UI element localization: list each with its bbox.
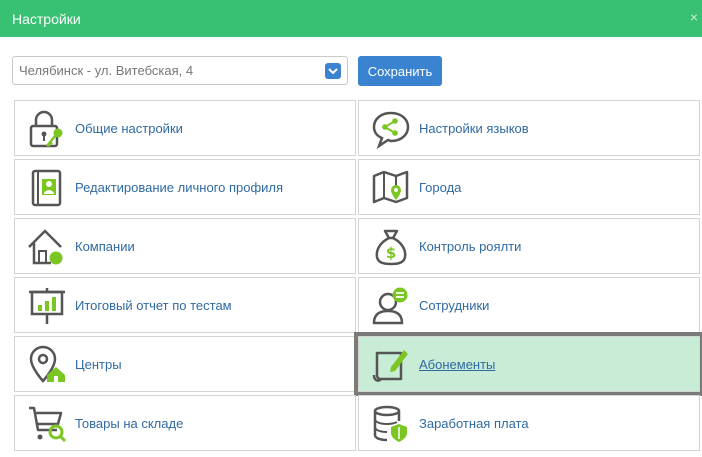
tile-label: Компании — [75, 239, 135, 254]
tile-label: Итоговый отчет по тестам — [75, 298, 232, 313]
tile-royalty-control[interactable]: $ Контроль роялти — [358, 218, 700, 274]
tile-language-settings[interactable]: Настройки языков — [358, 100, 700, 156]
tile-label: Города — [419, 180, 462, 195]
tile-companies[interactable]: Компании — [14, 218, 356, 274]
svg-text:$: $ — [386, 244, 396, 262]
tile-label: Абонементы — [419, 357, 496, 372]
database-shield-icon — [371, 404, 411, 444]
tile-label: Центры — [75, 357, 122, 372]
tile-label: Редактирование личного профиля — [75, 180, 284, 195]
tile-general-settings[interactable]: Общие настройки — [14, 100, 356, 156]
tile-label: Заработная плата — [419, 416, 529, 431]
tile-employees[interactable]: Сотрудники — [358, 277, 700, 333]
toolbar: Челябинск - ул. Витебская, 4 Сохранить — [12, 56, 692, 86]
tile-subscriptions[interactable]: Абонементы — [354, 332, 702, 396]
house-icon — [27, 227, 67, 267]
close-icon[interactable]: × — [690, 10, 698, 24]
tile-edit-profile[interactable]: Редактирование личного профиля — [14, 159, 356, 215]
window-titlebar: Настройки × — [0, 0, 702, 37]
tile-test-report[interactable]: Итоговый отчет по тестам — [14, 277, 356, 333]
chevron-down-icon[interactable] — [325, 63, 341, 79]
tile-label: Общие настройки — [75, 121, 183, 136]
tile-label: Контроль роялти — [419, 239, 522, 254]
profile-book-icon — [27, 168, 67, 208]
tile-cities[interactable]: Города — [358, 159, 700, 215]
tile-centers[interactable]: Центры — [14, 336, 356, 392]
location-select[interactable]: Челябинск - ул. Витебская, 4 — [12, 56, 348, 85]
money-bag-icon: $ — [371, 227, 411, 267]
tile-label: Сотрудники — [419, 298, 490, 313]
cart-search-icon — [27, 404, 67, 444]
employee-chat-icon — [371, 286, 411, 326]
tile-stock-items[interactable]: Товары на складе — [14, 395, 356, 451]
subscription-edit-icon — [371, 345, 411, 385]
tile-label: Настройки языков — [419, 121, 529, 136]
chat-share-icon — [371, 109, 411, 150]
tile-salary[interactable]: Заработная плата — [358, 395, 700, 451]
lock-key-icon — [27, 109, 67, 149]
map-pin-icon — [371, 168, 411, 208]
location-select-value: Челябинск - ул. Витебская, 4 — [19, 63, 194, 78]
report-chart-icon — [27, 286, 67, 326]
tile-label: Товары на складе — [75, 416, 184, 431]
location-home-icon — [27, 345, 67, 385]
save-button[interactable]: Сохранить — [358, 56, 442, 86]
window-title: Настройки — [12, 10, 81, 27]
settings-grid: Общие настройки Настройки языков Редакти… — [14, 100, 702, 451]
